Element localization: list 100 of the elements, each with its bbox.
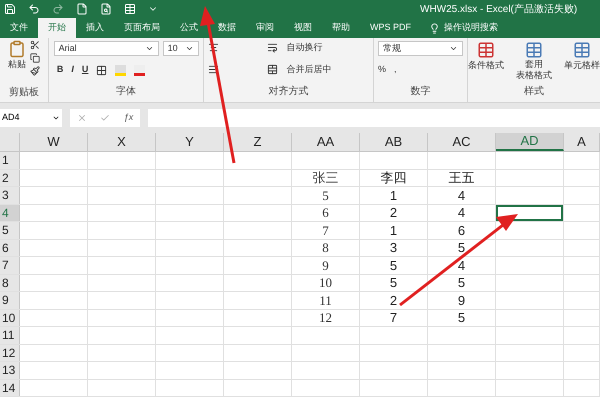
- column-header[interactable]: Y: [156, 133, 224, 151]
- group-label: 字体: [116, 84, 136, 99]
- row-header[interactable]: 4: [0, 204, 20, 221]
- table-cell: 5: [360, 274, 428, 291]
- percent-button[interactable]: %: [378, 63, 386, 77]
- ribbon-tab[interactable]: 插入: [76, 18, 114, 38]
- caret-icon[interactable]: [52, 114, 60, 122]
- bold-button[interactable]: B: [56, 63, 64, 77]
- new-file-icon[interactable]: [76, 3, 88, 15]
- table-cell: 2: [360, 204, 428, 221]
- row-header[interactable]: 6: [0, 240, 20, 256]
- align-left-icon[interactable]: [208, 64, 220, 75]
- table-format-icon: [525, 41, 543, 59]
- row-header[interactable]: 11: [0, 327, 20, 344]
- cut-icon[interactable]: [30, 40, 40, 50]
- function-icon[interactable]: ƒx: [124, 111, 134, 125]
- table-cell: 12: [292, 310, 360, 326]
- group-label: 数字: [410, 84, 430, 99]
- table-cell: 王五: [428, 170, 496, 186]
- row-header[interactable]: 12: [0, 344, 20, 361]
- print-preview-icon[interactable]: [100, 3, 112, 15]
- row-header[interactable]: 2: [0, 170, 20, 186]
- tell-me-input[interactable]: 操作说明搜索: [444, 21, 524, 35]
- table-format-button[interactable]: 套用 表格格式: [516, 41, 552, 82]
- table-icon[interactable]: [124, 3, 136, 15]
- copy-icon[interactable]: [30, 53, 40, 63]
- table-cell: 6: [292, 204, 360, 221]
- column-header[interactable]: W: [20, 133, 88, 151]
- table-cell: 9: [428, 292, 496, 308]
- table-cell: 5: [428, 310, 496, 326]
- formula-field[interactable]: [148, 109, 600, 127]
- row-header[interactable]: 7: [0, 257, 20, 274]
- table-cell: 1: [360, 187, 428, 204]
- caret-icon[interactable]: [184, 44, 194, 53]
- table-cell: 7: [360, 310, 428, 326]
- table-cell: 7: [292, 222, 360, 238]
- font-color-icon[interactable]: [134, 64, 146, 76]
- column-header[interactable]: AD: [496, 133, 564, 151]
- save-icon[interactable]: [4, 3, 16, 15]
- group-label: 对齐方式: [268, 84, 309, 99]
- underline-button[interactable]: U: [82, 63, 88, 77]
- ribbon-tab[interactable]: 页面布局: [114, 18, 170, 38]
- row-header[interactable]: 3: [0, 187, 20, 204]
- conditional-format-button[interactable]: 条件格式: [468, 41, 504, 72]
- column-header[interactable]: X: [88, 133, 156, 151]
- ribbon-tab[interactable]: 开始: [38, 18, 76, 38]
- ribbon-tab[interactable]: 帮助: [322, 18, 360, 38]
- row-header[interactable]: 5: [0, 222, 20, 238]
- comma-button[interactable]: ,: [394, 63, 397, 77]
- border-icon[interactable]: [96, 64, 108, 76]
- undo-icon[interactable]: [28, 3, 40, 15]
- wrap-text-button[interactable]: 自动换行: [286, 41, 322, 54]
- row-header[interactable]: 13: [0, 362, 20, 378]
- ribbon-tab[interactable]: 文件: [0, 18, 38, 38]
- table-cell: 4: [428, 187, 496, 204]
- table-cell: 李四: [360, 170, 428, 186]
- column-header[interactable]: AA: [292, 133, 360, 151]
- caret-icon[interactable]: [144, 44, 154, 53]
- tell-me-field[interactable]: 操作说明搜索: [421, 18, 532, 38]
- table-cell: 4: [428, 257, 496, 274]
- paste-button[interactable]: 粘贴: [8, 40, 26, 72]
- table-cell: 5: [360, 257, 428, 274]
- column-header[interactable]: A: [564, 133, 600, 151]
- row-header[interactable]: 10: [0, 310, 20, 326]
- wrap-text-icon[interactable]: [267, 42, 278, 54]
- fill-color-icon[interactable]: [115, 64, 126, 76]
- table-cell: 2: [360, 292, 428, 308]
- ribbon-tab[interactable]: 数据: [208, 18, 246, 38]
- table-cell: 1: [360, 222, 428, 238]
- name-box[interactable]: AD4: [0, 109, 62, 127]
- window-title: WHW25.xlsx - Excel(产品激活失败): [420, 2, 578, 16]
- row-header[interactable]: 9: [0, 292, 20, 308]
- column-header[interactable]: AB: [360, 133, 428, 151]
- caret-icon[interactable]: [449, 44, 458, 53]
- table-cell: 3: [360, 240, 428, 256]
- cell-styles-icon: [573, 41, 591, 59]
- table-cell: 9: [292, 257, 360, 274]
- lightbulb-icon: [429, 22, 440, 34]
- table-cell: 5: [428, 240, 496, 256]
- row-header[interactable]: 8: [0, 274, 20, 291]
- ribbon-tab[interactable]: WPS PDF: [360, 18, 422, 38]
- italic-button[interactable]: I: [71, 63, 74, 77]
- number-format-field[interactable]: 常规: [378, 41, 463, 56]
- table-cell: 11: [292, 292, 360, 308]
- ribbon-tab[interactable]: 视图: [284, 18, 322, 38]
- row-header[interactable]: 1: [0, 152, 20, 168]
- merge-center-button[interactable]: 合并后居中: [286, 62, 332, 76]
- merge-icon[interactable]: [267, 64, 278, 75]
- align-icon[interactable]: [208, 42, 220, 54]
- row-header[interactable]: 14: [0, 380, 20, 396]
- ribbon-tab[interactable]: 公式: [170, 18, 208, 38]
- ribbon-tab[interactable]: 审阅: [246, 18, 284, 38]
- conditional-format-icon: [477, 41, 495, 59]
- table-cell: 5: [292, 187, 360, 204]
- table-cell: 10: [292, 274, 360, 291]
- font-size-field[interactable]: 10: [162, 41, 199, 56]
- column-header[interactable]: Z: [224, 133, 292, 151]
- font-name-field[interactable]: Arial: [54, 41, 159, 56]
- format-painter-icon[interactable]: [30, 66, 40, 76]
- cell-styles-button[interactable]: 单元格样: [564, 41, 600, 72]
